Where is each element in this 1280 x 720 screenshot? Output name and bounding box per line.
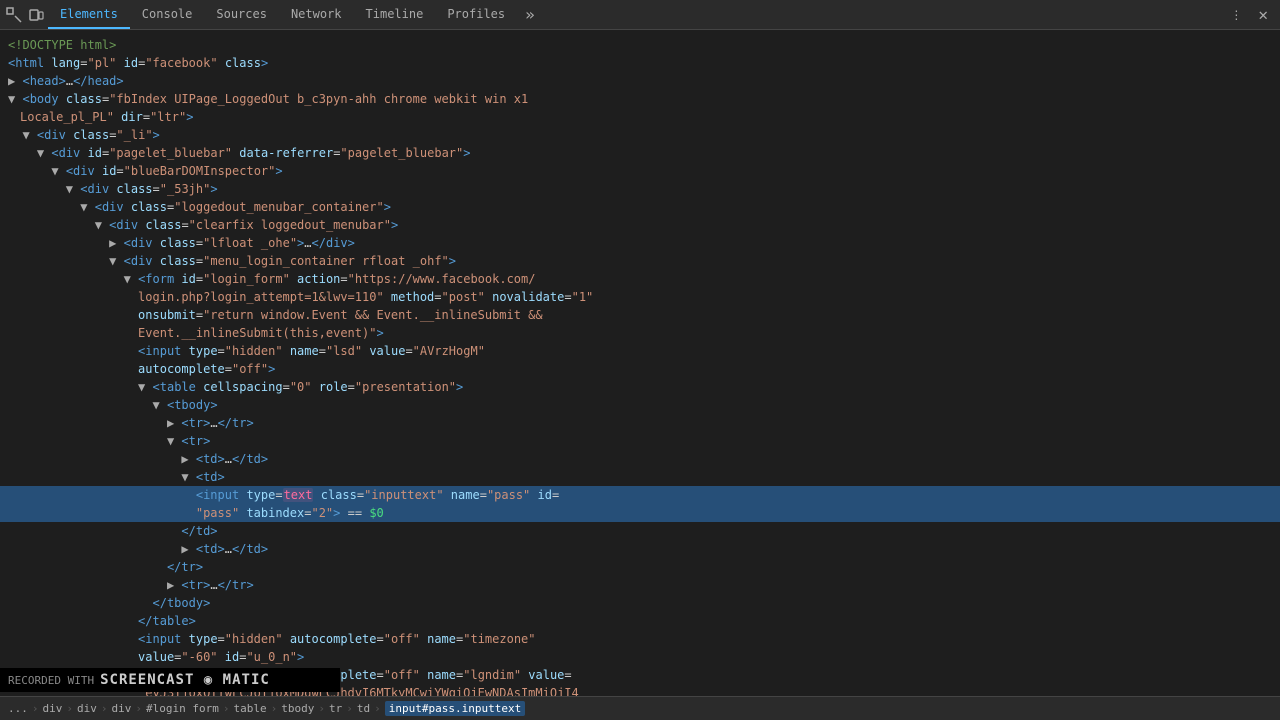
line-html: <html lang="pl" id="facebook" class> bbox=[0, 54, 1280, 72]
status-tr[interactable]: tr bbox=[329, 702, 342, 715]
line-autocomplete: autocomplete="off"> bbox=[0, 360, 1280, 378]
status-tbody[interactable]: tbody bbox=[281, 702, 314, 715]
devtools-close-button[interactable]: ✕ bbox=[1250, 5, 1276, 24]
status-selected-element[interactable]: input#pass.inputtext bbox=[385, 701, 525, 716]
watermark-title: SCREENCAST ◉ MATIC bbox=[100, 672, 270, 688]
line-tbody: <tbody> bbox=[0, 396, 1280, 414]
line-div-53jh: <div class="_53jh"> bbox=[0, 180, 1280, 198]
line-td-close: </td> bbox=[0, 522, 1280, 540]
line-td1: <td>…</td> bbox=[0, 450, 1280, 468]
line-tr3: <tr>…</tr> bbox=[0, 576, 1280, 594]
line-doctype: <!DOCTYPE html> bbox=[0, 36, 1280, 54]
line-input-timezone: <input type="hidden" autocomplete="off" … bbox=[0, 630, 1280, 648]
status-login-form[interactable]: #login form bbox=[146, 702, 219, 715]
line-timezone-value: value="-60" id="u_0_n"> bbox=[0, 648, 1280, 666]
line-td2: <td> bbox=[0, 468, 1280, 486]
line-table-close: </table> bbox=[0, 612, 1280, 630]
line-form-cont3: Event.__inlineSubmit(this,event)"> bbox=[0, 324, 1280, 342]
line-form: <form id="login_form" action="https://ww… bbox=[0, 270, 1280, 288]
line-form-cont1: login.php?login_attempt=1&lwv=110" metho… bbox=[0, 288, 1280, 306]
line-div-menu-login: <div class="menu_login_container rfloat … bbox=[0, 252, 1280, 270]
line-tbody-close: </tbody> bbox=[0, 594, 1280, 612]
line-td3: <td>…</td> bbox=[0, 540, 1280, 558]
status-div2[interactable]: div bbox=[77, 702, 97, 715]
device-mode-icon[interactable] bbox=[26, 5, 46, 25]
line-div-clearfix: <div class="clearfix loggedout_menubar"> bbox=[0, 216, 1280, 234]
line-input-pass-cont: "pass" tabindex="2"> == $0 bbox=[0, 504, 1280, 522]
line-form-cont2: onsubmit="return window.Event && Event._… bbox=[0, 306, 1280, 324]
tab-profiles[interactable]: Profiles bbox=[435, 0, 517, 29]
tab-timeline[interactable]: Timeline bbox=[354, 0, 436, 29]
line-table: <table cellspacing="0" role="presentatio… bbox=[0, 378, 1280, 396]
line-input-hidden-lsd: <input type="hidden" name="lsd" value="A… bbox=[0, 342, 1280, 360]
more-tabs-button[interactable]: » bbox=[517, 5, 543, 24]
line-tr-close: </tr> bbox=[0, 558, 1280, 576]
status-bar: ... › div › div › div › #login form › ta… bbox=[0, 696, 1280, 720]
line-div-li: <div class="_li"> bbox=[0, 126, 1280, 144]
line-body: <body class="fbIndex UIPage_LoggedOut b_… bbox=[0, 90, 1280, 108]
inspect-element-icon[interactable] bbox=[4, 5, 24, 25]
devtools-tabs: Elements Console Sources Network Timelin… bbox=[48, 0, 543, 29]
watermark-recorded-text: RECORDED WITH bbox=[8, 674, 94, 687]
line-head: <head>…</head> bbox=[0, 72, 1280, 90]
status-td[interactable]: td bbox=[357, 702, 370, 715]
line-input-pass: <input type=text class="inputtext" name=… bbox=[0, 486, 1280, 504]
line-tr1: <tr>…</tr> bbox=[0, 414, 1280, 432]
tab-console[interactable]: Console bbox=[130, 0, 205, 29]
status-table[interactable]: table bbox=[233, 702, 266, 715]
line-div-bluebar: <div id="blueBarDOMInspector"> bbox=[0, 162, 1280, 180]
line-div-pagelet: <div id="pagelet_bluebar" data-referrer=… bbox=[0, 144, 1280, 162]
devtools-toolbar: Elements Console Sources Network Timelin… bbox=[0, 0, 1280, 30]
tab-network[interactable]: Network bbox=[279, 0, 354, 29]
devtools-menu-button[interactable]: ⋮ bbox=[1222, 8, 1250, 22]
html-tree: <!DOCTYPE html> <html lang="pl" id="face… bbox=[0, 30, 1280, 696]
watermark: RECORDED WITH SCREENCAST ◉ MATIC bbox=[0, 668, 340, 692]
line-div-loggedout: <div class="loggedout_menubar_container"… bbox=[0, 198, 1280, 216]
status-ellipsis: ... bbox=[8, 702, 28, 715]
line-body-cont: Locale_pl_PL" dir="ltr"> bbox=[0, 108, 1280, 126]
status-div1[interactable]: div bbox=[43, 702, 63, 715]
line-tr2: <tr> bbox=[0, 432, 1280, 450]
line-div-lfloat: <div class="lfloat _ohe">…</div> bbox=[0, 234, 1280, 252]
tab-elements[interactable]: Elements bbox=[48, 0, 130, 29]
status-div3[interactable]: div bbox=[112, 702, 132, 715]
tab-sources[interactable]: Sources bbox=[204, 0, 279, 29]
